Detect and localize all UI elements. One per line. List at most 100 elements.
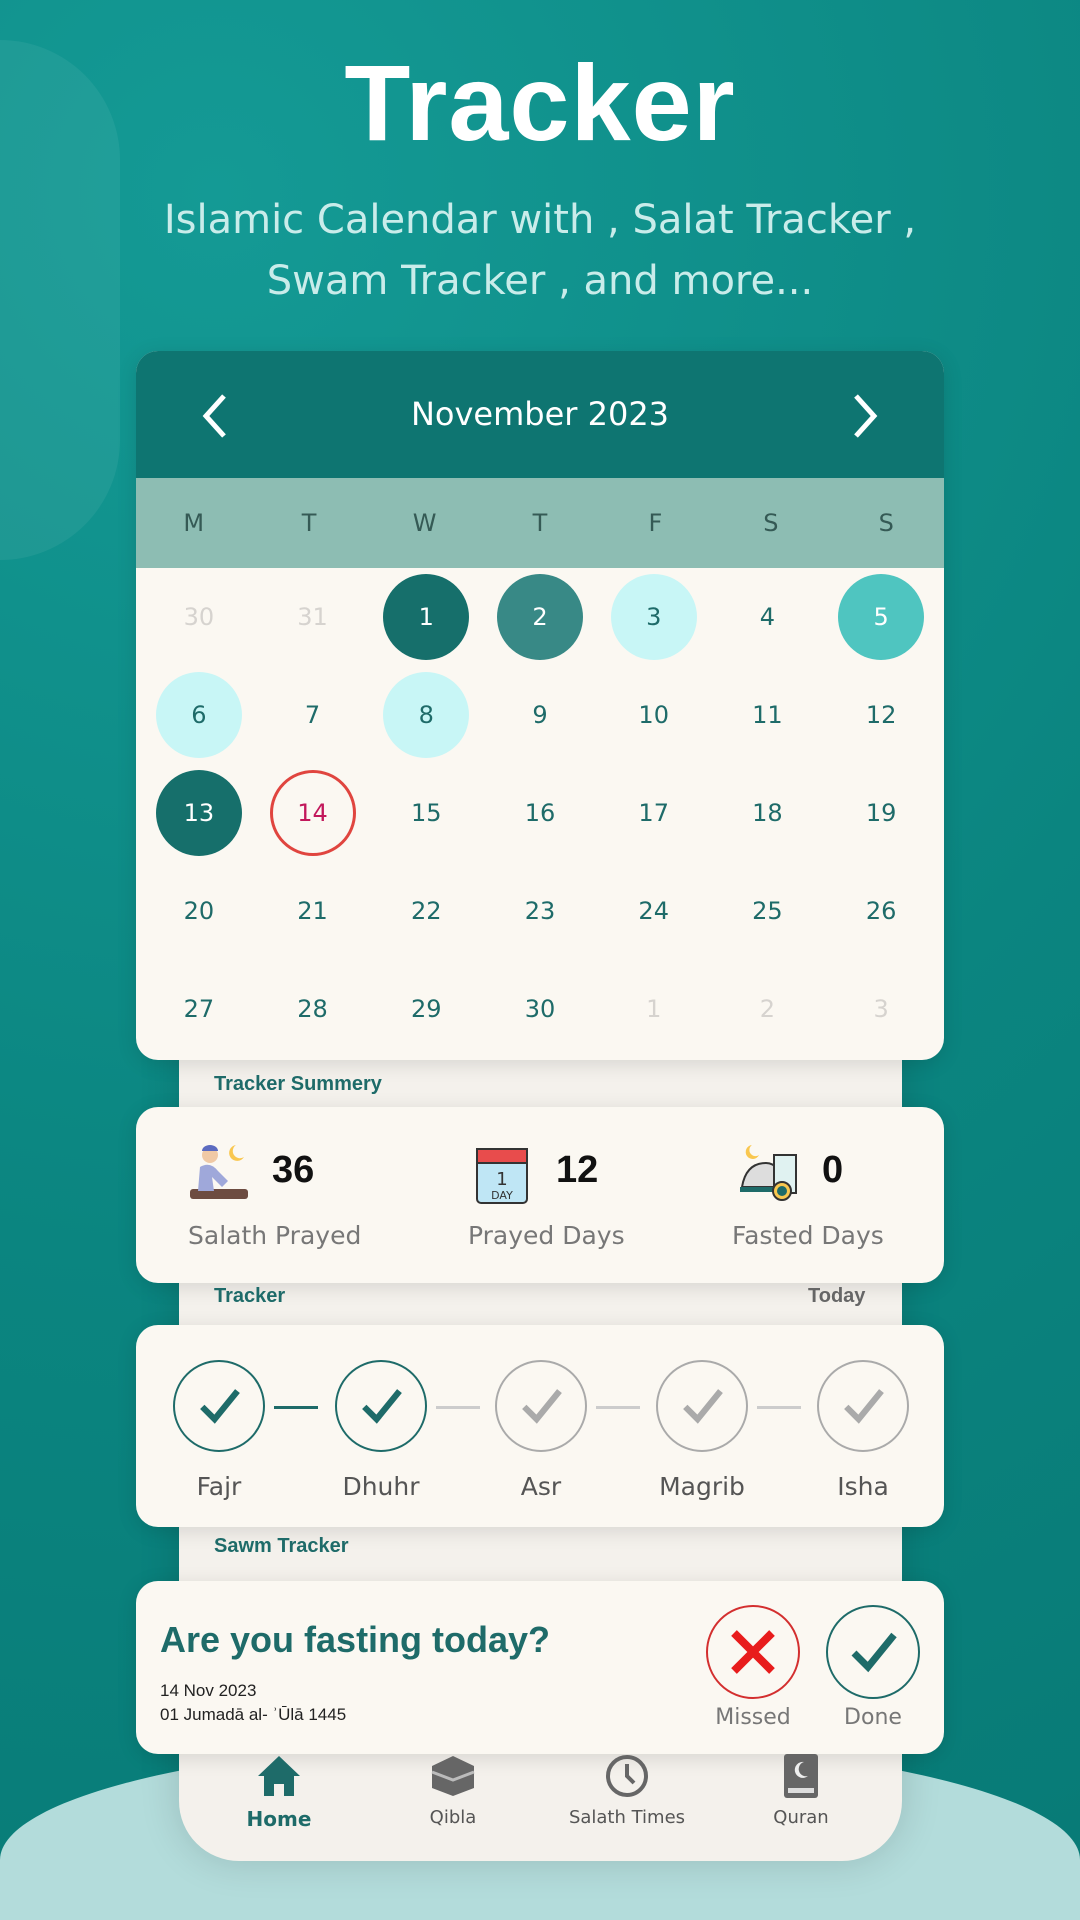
stat-salath-prayed: 36 Salath Prayed (188, 1141, 361, 1250)
prayer-connector (757, 1406, 801, 1409)
calendar-day[interactable]: 31 (256, 568, 370, 666)
calendar-day[interactable]: 3 (824, 960, 938, 1058)
calendar-day[interactable]: 2 (483, 568, 597, 666)
prayer-magrib[interactable]: Magrib (655, 1360, 749, 1501)
calendar-day[interactable]: 24 (597, 862, 711, 960)
weekday-label: S (878, 509, 894, 537)
calendar-day[interactable]: 25 (711, 862, 825, 960)
calendar-day[interactable]: 10 (597, 666, 711, 764)
calendar-day[interactable]: 30 (483, 960, 597, 1058)
done-label: Done (844, 1705, 902, 1730)
calendar-day[interactable]: 27 (142, 960, 256, 1058)
day-number: 20 (183, 897, 215, 925)
day-number: 28 (297, 995, 328, 1023)
prayer-check-button[interactable] (817, 1360, 909, 1452)
calendar-day[interactable]: 20 (142, 862, 256, 960)
prayer-isha[interactable]: Isha (816, 1360, 910, 1501)
calendar-day[interactable]: 8 (369, 666, 483, 764)
calendar-day[interactable]: 3 (597, 568, 711, 666)
prayer-check-button[interactable] (335, 1360, 427, 1452)
day-number: 7 (304, 701, 321, 729)
calendar-day[interactable]: 2 (711, 960, 825, 1058)
iftar-dish-icon (740, 1145, 797, 1201)
day-number: 17 (638, 799, 669, 827)
day-number: 6 (155, 672, 242, 758)
calendar-day[interactable]: 29 (369, 960, 483, 1058)
check-icon (522, 1389, 562, 1424)
day-number: 11 (752, 701, 783, 729)
today-label: Today (808, 1285, 866, 1307)
calendar-day[interactable]: 14 (256, 764, 370, 862)
fasting-question: Are you fasting today? (160, 1619, 551, 1660)
weekday-label: S (763, 509, 779, 537)
day-number: 3 (873, 995, 889, 1023)
calendar-day[interactable]: 6 (142, 666, 256, 764)
stat-value: 12 (556, 1149, 599, 1191)
calendar-day[interactable]: 13 (142, 764, 256, 862)
prayer-fajr[interactable]: Fajr (172, 1360, 266, 1501)
calendar-header: November 2023 (136, 351, 944, 478)
check-icon (200, 1389, 240, 1424)
calendar-day[interactable]: 18 (711, 764, 825, 862)
day-number: 13 (155, 770, 242, 856)
svg-text:1: 1 (496, 1169, 507, 1190)
stat-value: 0 (822, 1149, 844, 1191)
calendar-day[interactable]: 30 (142, 568, 256, 666)
stat-value: 36 (272, 1149, 315, 1191)
prayer-label: Isha (837, 1472, 889, 1501)
calendar-day[interactable]: 28 (256, 960, 370, 1058)
gregorian-date: 14 Nov 2023 (160, 1681, 257, 1700)
day-number: 14 (269, 770, 356, 856)
prayer-check-button[interactable] (173, 1360, 265, 1452)
day-number: 23 (524, 897, 556, 925)
day-number: 3 (610, 574, 697, 660)
fasting-card: Are you fasting today? 14 Nov 2023 01 Ju… (136, 1581, 944, 1754)
calendar-day[interactable]: 15 (369, 764, 483, 862)
quran-book-icon (784, 1754, 818, 1798)
missed-button[interactable]: Missed (706, 1605, 800, 1730)
svg-text:DAY: DAY (491, 1189, 513, 1202)
prayer-asr[interactable]: Asr (494, 1360, 588, 1501)
calendar-day[interactable]: 26 (824, 862, 938, 960)
nav-label: Quran (773, 1807, 829, 1828)
calendar-day-icon: 1DAY (476, 1148, 528, 1204)
prayer-dhuhr[interactable]: Dhuhr (334, 1360, 428, 1501)
calendar-day[interactable]: 4 (711, 568, 825, 666)
nav-home[interactable]: Home (209, 1754, 349, 1831)
calendar-day[interactable]: 17 (597, 764, 711, 862)
day-number: 24 (638, 897, 669, 925)
calendar-day[interactable]: 16 (483, 764, 597, 862)
nav-quran[interactable]: Quran (731, 1754, 871, 1828)
calendar-day[interactable]: 19 (824, 764, 938, 862)
calendar-day[interactable]: 23 (483, 862, 597, 960)
calendar-day[interactable]: 1 (597, 960, 711, 1058)
check-icon (362, 1389, 402, 1424)
stat-label: Prayed Days (468, 1221, 625, 1250)
calendar-day[interactable]: 5 (824, 568, 938, 666)
prayer-check-button[interactable] (656, 1360, 748, 1452)
calendar-card: November 2023 MTWTFSS 30 31 1 2 3 4 5 6 7 8 9 10 11 1… (136, 351, 944, 1060)
clock-icon (606, 1755, 648, 1797)
home-icon (258, 1756, 300, 1796)
calendar-day[interactable]: 1 (369, 568, 483, 666)
calendar-day[interactable]: 22 (369, 862, 483, 960)
salat-tracker-card: Fajr Dhuhr Asr Magrib Isha (136, 1325, 944, 1527)
calendar-day[interactable]: 11 (711, 666, 825, 764)
nav-qibla[interactable]: Qibla (383, 1754, 523, 1828)
nav-salath-times[interactable]: Salath Times (557, 1754, 697, 1828)
chevron-right-icon[interactable] (844, 391, 884, 441)
calendar-day[interactable]: 9 (483, 666, 597, 764)
calendar-day[interactable]: 7 (256, 666, 370, 764)
bottom-navigation: Home Qibla Salath Times Quran (179, 1754, 902, 1834)
prayer-check-button[interactable] (495, 1360, 587, 1452)
calendar-day[interactable]: 12 (824, 666, 938, 764)
calendar-day[interactable]: 21 (256, 862, 370, 960)
day-number: 30 (183, 603, 215, 631)
day-number: 16 (524, 799, 556, 827)
weekday-row: MTWTFSS (136, 478, 944, 568)
tracker-section-label: Tracker (214, 1285, 286, 1307)
check-icon (851, 1632, 897, 1673)
check-icon (683, 1389, 723, 1424)
day-number: 9 (532, 701, 548, 729)
done-button[interactable]: Done (826, 1605, 920, 1730)
